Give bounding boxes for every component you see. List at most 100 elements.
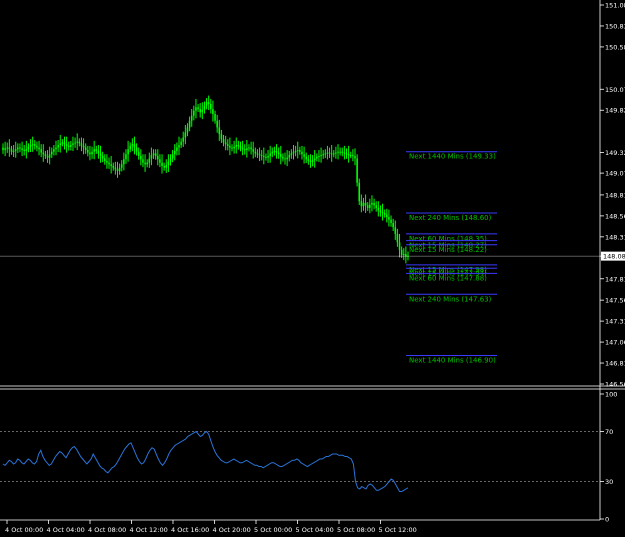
candle-body	[222, 139, 225, 143]
rsi-tick-label: 100	[605, 391, 617, 399]
candle-body	[345, 153, 348, 155]
candle-body	[258, 154, 261, 156]
candle-body	[385, 214, 388, 218]
candle-body	[38, 147, 40, 150]
chart-canvas[interactable]: Next 1440 Mins (149.33) Next 240 Mins (14…	[0, 0, 625, 537]
candle-body	[275, 150, 278, 153]
candle-body	[207, 102, 210, 104]
candle-body	[248, 147, 250, 149]
candle-body	[125, 154, 127, 160]
candle-body	[286, 157, 288, 160]
chart-background	[0, 0, 625, 537]
candle-body	[273, 150, 276, 152]
price-tick-label: 147.310	[605, 318, 625, 326]
candle-body	[210, 103, 212, 109]
time-tick-label: 4 Oct 20:00	[213, 526, 251, 534]
price-tick-label: 146.560	[605, 381, 625, 389]
candle-body	[148, 158, 151, 163]
candle-body	[53, 149, 55, 152]
candle-body	[311, 160, 314, 162]
candle-body	[93, 149, 95, 152]
candle-body	[159, 159, 161, 163]
candle-body	[307, 159, 310, 161]
candle-body	[80, 143, 83, 146]
candle-body	[239, 145, 242, 148]
candle-body	[309, 160, 312, 162]
candle-body	[388, 217, 390, 220]
candle-body	[74, 142, 76, 144]
price-tick-label: 150.580	[605, 43, 625, 51]
candle-body	[34, 144, 36, 146]
candle-body	[36, 145, 38, 148]
candle-body	[144, 162, 146, 165]
candle-body	[254, 151, 257, 154]
candle-body	[226, 144, 229, 146]
candle-body	[133, 144, 136, 148]
candle-body	[265, 156, 267, 158]
candle-body	[256, 153, 259, 155]
candle-body	[167, 161, 170, 166]
candle-body	[6, 147, 9, 149]
candle-body	[362, 202, 365, 207]
candle-body	[156, 155, 159, 160]
price-tick-label: 150.075	[605, 86, 625, 94]
time-tick-label: 4 Oct 16:00	[171, 526, 209, 534]
candle-body	[218, 127, 221, 135]
candle-body	[97, 150, 100, 154]
candle-body	[163, 165, 165, 168]
candle-body	[343, 152, 346, 154]
candle-body	[84, 147, 87, 151]
candle-body	[377, 207, 380, 211]
projection-level-label: Next 15 Mins (148.22)	[409, 246, 487, 254]
candle-body	[394, 227, 397, 234]
candle-body	[193, 110, 195, 116]
price-tick-label: 149.825	[605, 107, 625, 115]
candle-body	[23, 150, 26, 152]
candle-body	[233, 146, 235, 149]
candle-body	[169, 158, 172, 162]
candle-body	[383, 212, 386, 215]
candle-body	[195, 107, 197, 111]
candle-body	[375, 205, 377, 208]
time-tick-label: 5 Oct 04:00	[296, 526, 334, 534]
candle-body	[402, 254, 405, 256]
candle-body	[296, 150, 299, 152]
candle-body	[305, 156, 308, 160]
candle-body	[358, 182, 361, 202]
candle-body	[347, 154, 350, 156]
candle-body	[328, 152, 331, 154]
candle-body	[205, 102, 208, 106]
candle-body	[279, 154, 282, 157]
candle-body	[78, 141, 81, 144]
candle-body	[396, 233, 399, 243]
candle-body	[303, 154, 305, 157]
candle-body	[352, 155, 354, 157]
candle-body	[400, 249, 403, 255]
candle-body	[180, 141, 182, 146]
candle-body	[2, 147, 4, 151]
rsi-tick-label: 70	[605, 428, 613, 436]
price-tick-label: 147.815	[605, 275, 625, 283]
candle-body	[364, 202, 367, 206]
candle-body	[271, 151, 274, 154]
trading-chart-window: Next 1440 Mins (149.33) Next 240 Mins (14…	[0, 0, 625, 537]
candle-body	[72, 143, 74, 146]
candle-body	[137, 151, 140, 156]
candle-body	[324, 153, 327, 155]
candle-body	[19, 147, 21, 149]
candle-body	[250, 147, 252, 150]
time-tick-label: 4 Oct 12:00	[130, 526, 168, 534]
candle-body	[341, 151, 344, 153]
candle-body	[112, 165, 115, 168]
candle-body	[101, 155, 104, 159]
time-tick-label: 5 Oct 08:00	[337, 526, 375, 534]
candle-body	[135, 147, 138, 152]
candle-body	[199, 108, 201, 113]
candle-body	[316, 156, 318, 159]
candle-body	[116, 169, 119, 172]
projection-level-label: Next 240 Mins (148.60)	[409, 214, 492, 222]
candle-body	[220, 134, 223, 140]
candle-body	[284, 158, 286, 160]
candle-body	[118, 167, 121, 172]
candle-body	[171, 154, 174, 159]
